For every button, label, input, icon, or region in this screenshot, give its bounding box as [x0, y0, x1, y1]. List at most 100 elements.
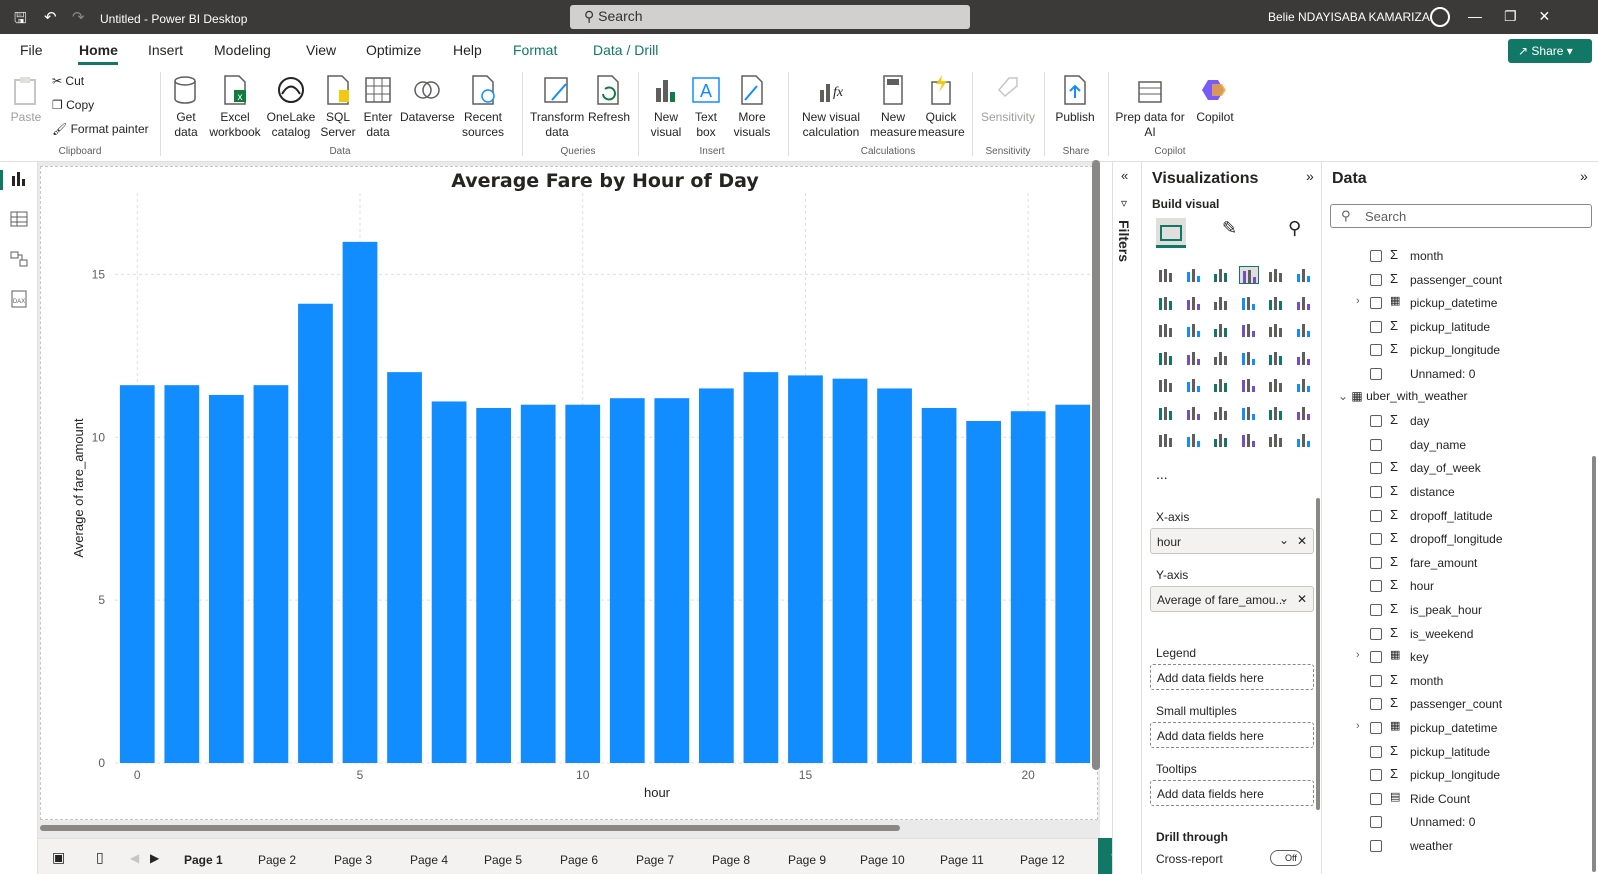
- multi-row-card-icon[interactable]: [1294, 349, 1314, 367]
- prev-page-icon[interactable]: ◀: [130, 851, 139, 865]
- report-view-icon[interactable]: [9, 170, 29, 188]
- text-box-button[interactable]: A Text box: [688, 74, 724, 140]
- format-visual-tab[interactable]: ✎: [1222, 218, 1237, 239]
- chevron-down-icon[interactable]: ⌄: [1279, 533, 1289, 547]
- stacked-bar-icon[interactable]: [1156, 266, 1176, 284]
- field-checkbox[interactable]: [1370, 250, 1382, 262]
- expand-icon[interactable]: ›: [1356, 649, 1360, 661]
- sensitivity-button[interactable]: Sensitivity: [980, 74, 1036, 125]
- tab-page-8[interactable]: Page 8: [712, 853, 750, 867]
- well-small-multiples[interactable]: Add data fields here: [1150, 722, 1314, 748]
- paginated-icon[interactable]: [1266, 404, 1286, 422]
- line-stacked-column-icon[interactable]: [1266, 294, 1286, 312]
- field-checkbox[interactable]: [1370, 344, 1382, 357]
- menu-help[interactable]: Help: [453, 42, 482, 58]
- menu-view[interactable]: View: [306, 42, 336, 58]
- transform-data-button[interactable]: Transform data: [530, 74, 584, 140]
- remove-field-icon[interactable]: ✕: [1297, 592, 1307, 606]
- menu-modeling[interactable]: Modeling: [214, 42, 271, 58]
- mobile-layout-icon[interactable]: ▯: [96, 849, 104, 866]
- well-legend[interactable]: Add data fields here: [1150, 664, 1314, 690]
- window-controls[interactable]: —❐✕: [1468, 8, 1572, 25]
- menu-optimize[interactable]: Optimize: [366, 42, 421, 58]
- field-checkbox[interactable]: [1370, 604, 1382, 616]
- field-checkbox[interactable]: [1370, 415, 1382, 428]
- menu-format[interactable]: Format: [513, 42, 557, 58]
- python-visual-icon[interactable]: [1294, 376, 1314, 394]
- decomposition-tree-icon[interactable]: [1184, 404, 1204, 422]
- tab-page-6[interactable]: Page 6: [560, 853, 598, 867]
- field-checkbox[interactable]: [1370, 769, 1382, 782]
- filled-map-icon[interactable]: [1184, 349, 1204, 367]
- arc-icon[interactable]: [1294, 431, 1314, 449]
- field-checkbox[interactable]: [1370, 792, 1382, 805]
- new-card-icon[interactable]: [1211, 431, 1231, 449]
- dax-query-view-icon[interactable]: DAX: [9, 290, 29, 308]
- search-input[interactable]: ⚲ Search: [570, 5, 970, 29]
- field-checkbox[interactable]: [1370, 651, 1382, 664]
- save-icon[interactable]: 🖫: [14, 8, 27, 33]
- new-visual-calculation-button[interactable]: fx New visual calculation: [796, 74, 866, 140]
- field-checkbox[interactable]: [1370, 486, 1382, 498]
- power-automate-icon[interactable]: [1184, 431, 1204, 449]
- more-visual-types[interactable]: ...: [1156, 466, 1168, 482]
- waterfall-icon[interactable]: [1156, 321, 1176, 339]
- new-slicer-icon[interactable]: [1239, 431, 1259, 449]
- tab-page-2[interactable]: Page 2: [258, 853, 296, 867]
- line-chart-icon[interactable]: [1156, 294, 1176, 312]
- onelake-catalog-button[interactable]: OneLake catalog: [264, 74, 318, 140]
- analytics-tab[interactable]: ⚲: [1288, 218, 1301, 239]
- ribbon-chart-icon[interactable]: [1294, 294, 1314, 312]
- menu-insert[interactable]: Insert: [148, 42, 183, 58]
- excel-workbook-button[interactable]: x Excel workbook: [208, 74, 262, 140]
- menu-file[interactable]: File: [20, 42, 43, 58]
- get-data-button[interactable]: Get data: [168, 74, 204, 140]
- more-visuals-button[interactable]: More visuals: [728, 74, 776, 140]
- recent-sources-button[interactable]: Recent sources: [458, 74, 508, 140]
- expand-icon[interactable]: ›: [1356, 295, 1360, 307]
- copilot-button[interactable]: Copilot: [1188, 74, 1242, 125]
- expand-icon[interactable]: ›: [1356, 720, 1360, 732]
- field-checkbox[interactable]: [1370, 580, 1382, 593]
- vertical-scrollbar[interactable]: [1092, 160, 1100, 770]
- map-icon[interactable]: [1156, 349, 1176, 367]
- field-checkbox[interactable]: [1370, 674, 1382, 687]
- horizontal-scrollbar[interactable]: [40, 825, 900, 831]
- tab-page-10[interactable]: Page 10: [860, 853, 905, 867]
- table-header[interactable]: ⌄ ▦ uber_with_weather: [1338, 389, 1468, 403]
- table-icon[interactable]: [1211, 376, 1231, 394]
- tab-page-11[interactable]: Page 11: [940, 853, 984, 867]
- sql-server-button[interactable]: SQL Server: [320, 74, 356, 140]
- new-visual-button[interactable]: New visual: [648, 74, 684, 140]
- field-checkbox[interactable]: [1370, 556, 1382, 569]
- new-measure-button[interactable]: New measure: [870, 74, 917, 140]
- well-x-axis[interactable]: hour ⌄ ✕: [1150, 528, 1314, 554]
- quick-measure-button[interactable]: Quick measure: [918, 74, 965, 140]
- collapse-icon[interactable]: ⌄: [1338, 389, 1348, 403]
- collapse-data-icon[interactable]: »: [1580, 168, 1588, 184]
- field-checkbox[interactable]: [1370, 509, 1382, 522]
- redo-icon[interactable]: ↷: [72, 8, 85, 26]
- chevron-down-icon[interactable]: ⌄: [1279, 591, 1289, 605]
- field-checkbox[interactable]: [1370, 438, 1382, 451]
- format-painter-button[interactable]: 🖌 Format painter: [52, 122, 149, 136]
- 100-bar-icon[interactable]: [1266, 266, 1286, 284]
- cross-report-toggle[interactable]: Off: [1270, 850, 1302, 866]
- azure-map-icon[interactable]: [1211, 349, 1231, 367]
- kpi-icon[interactable]: [1156, 376, 1176, 394]
- field-checkbox[interactable]: [1370, 273, 1382, 286]
- bar-chart-visual[interactable]: 0 5 10 15 0 5 10 15 20 Average Fare by Hour of Da…: [40, 166, 1098, 820]
- field-checkbox[interactable]: [1370, 745, 1382, 758]
- clustered-bar-icon[interactable]: [1211, 266, 1231, 284]
- tab-page-3[interactable]: Page 3: [334, 853, 372, 867]
- field-checkbox[interactable]: [1370, 533, 1382, 546]
- tab-page-9[interactable]: Page 9: [788, 853, 826, 867]
- collapse-filters-icon[interactable]: «: [1121, 168, 1128, 183]
- next-page-icon[interactable]: ▶: [150, 851, 159, 865]
- tab-page-4[interactable]: Page 4: [410, 853, 448, 867]
- share-button[interactable]: ↗ Share ▾: [1508, 39, 1592, 63]
- well-tooltips[interactable]: Add data fields here: [1150, 780, 1314, 806]
- slicer-icon[interactable]: [1184, 376, 1204, 394]
- key-influencers-icon[interactable]: [1156, 404, 1176, 422]
- field-checkbox[interactable]: [1370, 462, 1382, 475]
